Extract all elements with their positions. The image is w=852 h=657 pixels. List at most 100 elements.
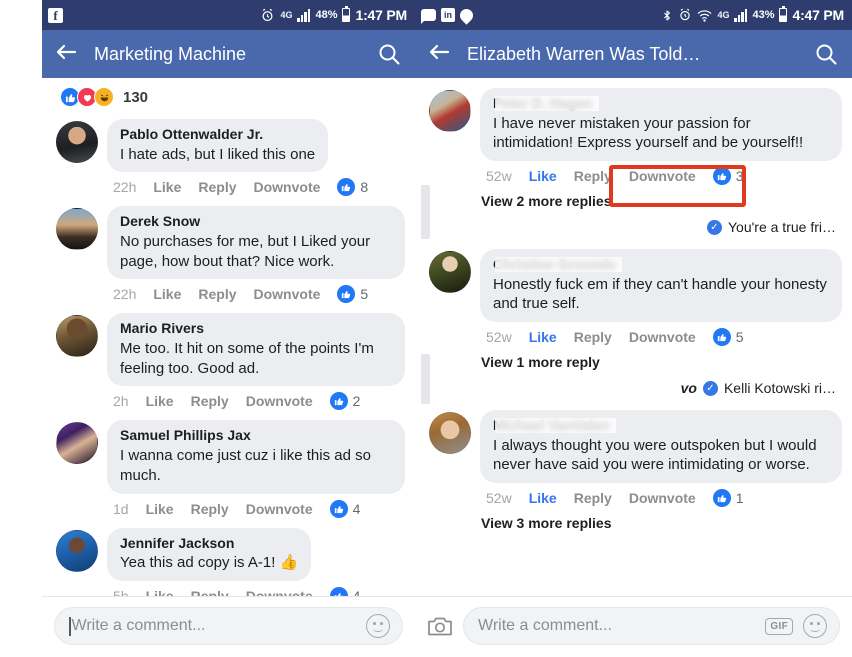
downvote-button[interactable]: Downvote (246, 501, 313, 517)
back-arrow-icon[interactable] (427, 42, 457, 66)
comment-author[interactable]: Derek Snow (120, 213, 392, 231)
like-count: 5 (735, 329, 744, 346)
like-button[interactable]: Like (153, 179, 181, 195)
verified-check-icon: ✓ (707, 219, 722, 235)
search-icon[interactable] (377, 42, 401, 66)
comment-actions: 52w Like Reply Downvote 5 (480, 322, 842, 350)
view-more-replies-link[interactable]: View 3 more replies (415, 511, 842, 537)
comment-timestamp: 52w (486, 329, 512, 346)
reply-snippet[interactable]: vo ✓ Kelli Kotowski ri… (415, 376, 842, 404)
smiley-face-icon[interactable] (366, 614, 390, 638)
downvote-button[interactable]: Downvote (629, 329, 696, 345)
comment-actions: 1d Like Reply Downvote 4 (107, 494, 405, 522)
comment-timestamp: 22h (113, 179, 137, 196)
signal-bars-icon (734, 8, 748, 22)
reply-snippet[interactable]: ✓ You're a true fri… (415, 215, 842, 243)
reply-button[interactable]: Reply (574, 329, 612, 345)
downvote-button[interactable]: Downvote (246, 393, 313, 409)
wifi-icon (697, 9, 712, 22)
comment-bubble: Michael VanValen I always thought you we… (480, 410, 842, 484)
battery-icon (342, 5, 351, 22)
haha-reaction-icon (94, 87, 114, 107)
comment-input[interactable]: Write a comment... GIF (463, 607, 840, 645)
avatar[interactable] (429, 90, 471, 132)
reaction-summary[interactable]: 130 (42, 78, 415, 113)
comment-text: I wanna come just cuz i like this ad so … (120, 446, 371, 484)
comment-author[interactable]: Michael VanValen (493, 417, 616, 435)
comment-text: Honestly fuck em if they can't handle yo… (493, 275, 827, 313)
like-button[interactable]: Like (529, 168, 557, 184)
reply-snippet-text: You're a true fri… (728, 219, 836, 236)
downvote-button[interactable]: Downvote (254, 179, 321, 195)
downvote-button[interactable]: Downvote (629, 168, 696, 184)
like-button[interactable]: Like (153, 286, 181, 302)
like-count: 5 (360, 286, 369, 303)
downvote-button[interactable]: Downvote (629, 490, 696, 506)
comment-item: Mario Rivers Me too. It hit on some of t… (42, 307, 405, 414)
reply-button[interactable]: Reply (198, 286, 236, 302)
comment-author[interactable]: Jennifer Jackson (120, 535, 298, 553)
reply-button[interactable]: Reply (574, 490, 612, 506)
comment-author[interactable]: Mario Rivers (120, 320, 392, 338)
linkedin-icon: in (441, 8, 455, 22)
comment-author[interactable]: Samuel Phillips Jax (120, 427, 392, 445)
clock-label: 4:47 PM (792, 7, 844, 23)
comment-text: I always thought you were outspoken but … (493, 436, 817, 474)
back-arrow-icon[interactable] (54, 42, 84, 66)
smiley-face-icon[interactable] (803, 614, 827, 638)
comment-item: Derek Snow No purchases for me, but I Li… (42, 200, 405, 307)
reply-button[interactable]: Reply (574, 168, 612, 184)
comment-text: I have never mistaken your passion for i… (493, 114, 804, 152)
comment-author[interactable]: Peter D. Hagen (493, 95, 599, 113)
avatar[interactable] (56, 208, 98, 251)
comment-bubble: Christine Grounds Honestly fuck em if th… (480, 249, 842, 323)
reply-button[interactable]: Reply (191, 501, 229, 517)
like-count-badge: 5 (712, 328, 744, 347)
verified-check-icon: ✓ (702, 380, 718, 396)
thumbs-up-icon (712, 328, 731, 347)
thumbs-up-icon (712, 167, 731, 186)
network-type-label: 4G (717, 10, 730, 20)
avatar[interactable] (56, 121, 98, 163)
right-comment-composer: Write a comment... GIF (415, 596, 852, 657)
downvote-button[interactable]: Downvote (254, 286, 321, 302)
screenshot-root: f 4G 48% 1:47 PM Marketing Machine 130 P… (0, 0, 852, 657)
camera-icon[interactable] (427, 615, 453, 637)
like-count-badge: 1 (712, 489, 744, 508)
like-button[interactable]: Like (146, 393, 174, 409)
comment-actions: 22h Like Reply Downvote 5 (107, 279, 405, 307)
comment-input[interactable]: Write a comment... (54, 607, 403, 645)
search-icon[interactable] (814, 42, 838, 66)
alarm-clock-icon (260, 8, 275, 23)
like-count: 3 (735, 168, 744, 185)
view-more-replies-link[interactable]: View 1 more reply (415, 350, 842, 376)
like-count-badge: 2 (329, 392, 361, 411)
network-type-label: 4G (280, 10, 293, 20)
avatar[interactable] (56, 315, 98, 358)
like-button[interactable]: Like (146, 501, 174, 517)
page-title: Elizabeth Warren Was Told… (467, 43, 701, 64)
comment-input-placeholder: Write a comment... (71, 617, 206, 634)
avatar[interactable] (56, 422, 98, 465)
right-status-bar: in 4G 43% 4:47 PM (415, 0, 852, 30)
reply-button[interactable]: Reply (191, 393, 229, 409)
like-button[interactable]: Like (529, 329, 557, 345)
avatar[interactable] (56, 529, 98, 572)
comment-timestamp: 22h (113, 286, 137, 303)
comment-item: Michael VanValen I always thought you we… (415, 354, 842, 511)
comment-author[interactable]: Pablo Ottenwalder Jr. (120, 126, 315, 144)
like-count: 2 (352, 393, 361, 410)
left-comment-composer: Write a comment... (42, 596, 415, 657)
signal-bars-icon (297, 8, 311, 22)
chat-bubble-icon (457, 5, 476, 25)
avatar[interactable] (429, 412, 471, 455)
gif-button[interactable]: GIF (765, 617, 793, 635)
avatar[interactable] (429, 251, 471, 294)
reply-button[interactable]: Reply (198, 179, 236, 195)
comment-actions: 52w Like Reply Downvote 1 (480, 483, 842, 511)
view-more-replies-link[interactable]: View 2 more replies (415, 189, 842, 215)
like-button[interactable]: Like (529, 490, 557, 506)
like-count-badge: 5 (337, 285, 369, 304)
comment-author[interactable]: Christine Grounds (493, 256, 622, 274)
thumbs-up-icon (329, 392, 348, 411)
